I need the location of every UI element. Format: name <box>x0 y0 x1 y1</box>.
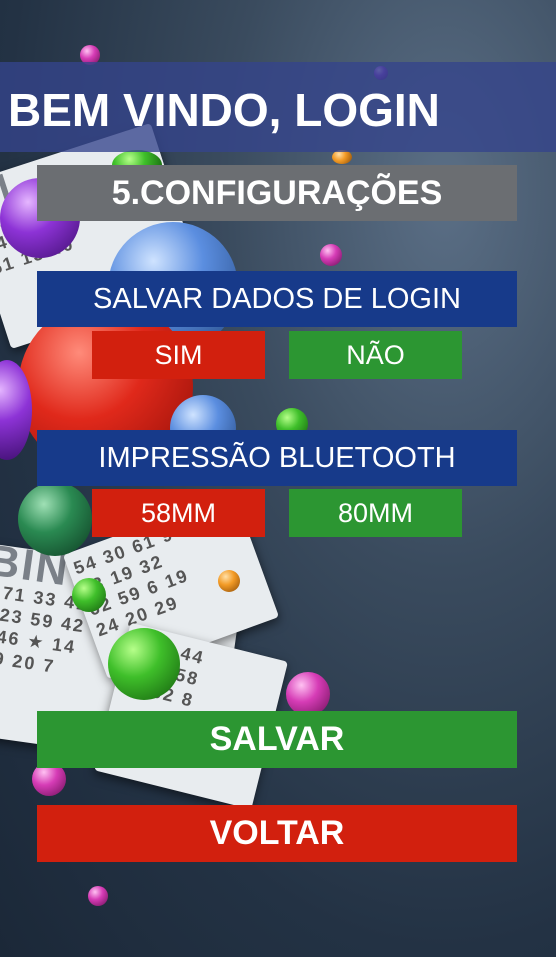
save-button[interactable]: SALVAR <box>37 711 517 768</box>
save-login-no-button[interactable]: NÃO <box>289 331 462 379</box>
save-login-label: SALVAR DADOS DE LOGIN <box>37 271 517 327</box>
bingo-ball-decoration <box>18 482 92 556</box>
page-title: BEM VINDO, LOGIN <box>8 84 440 136</box>
bingo-ball-decoration <box>108 628 180 700</box>
save-login-yes-button[interactable]: SIM <box>92 331 265 379</box>
bingo-ball-decoration <box>320 244 342 266</box>
section-title: 5.CONFIGURAÇÕES <box>37 165 517 221</box>
paper-58mm-button[interactable]: 58MM <box>92 489 265 537</box>
back-button[interactable]: VOLTAR <box>37 805 517 862</box>
bingo-ball-decoration <box>88 886 108 906</box>
bingo-ball-decoration <box>218 570 240 592</box>
paper-80mm-button[interactable]: 80MM <box>289 489 462 537</box>
bingo-ball-decoration <box>72 578 106 612</box>
bingo-ball-decoration <box>332 150 352 164</box>
bingo-ball-decoration <box>286 672 330 716</box>
bluetooth-print-label: IMPRESSÃO BLUETOOTH <box>37 430 517 486</box>
